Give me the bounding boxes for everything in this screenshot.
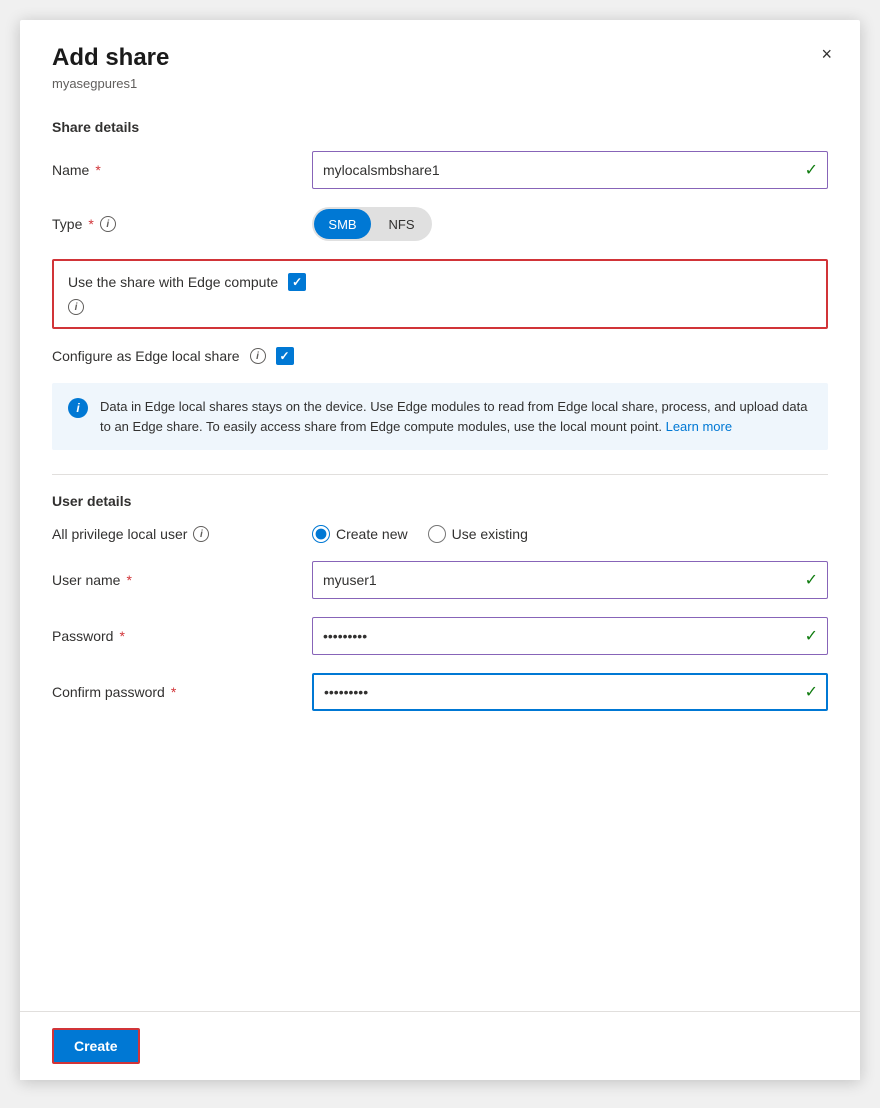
edge-compute-checkbox[interactable] [288,273,306,291]
type-info-icon[interactable]: i [100,216,116,232]
create-new-radio[interactable] [312,525,330,543]
edge-local-checkbox[interactable] [276,347,294,365]
edge-compute-info-icon[interactable]: i [68,299,84,315]
privilege-radio-group: Create new Use existing [312,525,828,543]
name-row: Name * ✓ [52,151,828,189]
dialog-subtitle: myasegpures1 [52,76,828,91]
password-row: Password * ✓ [52,617,828,655]
nfs-toggle-button[interactable]: NFS [373,209,430,239]
smb-toggle-button[interactable]: SMB [314,209,371,239]
type-required: * [88,216,93,232]
dialog-footer: Create [20,1011,860,1080]
confirm-password-input-wrap: ✓ [312,673,828,711]
share-details-section-title: Share details [52,119,828,135]
info-box-icon: i [68,398,88,418]
privilege-user-row: All privilege local user i Create new Us… [52,525,828,543]
password-input[interactable] [312,617,828,655]
close-icon: × [821,44,832,64]
edge-local-info-box: i Data in Edge local shares stays on the… [52,383,828,450]
name-input[interactable] [312,151,828,189]
confirm-password-required: * [171,684,176,700]
username-required: * [126,572,131,588]
use-existing-label: Use existing [452,526,528,542]
create-new-radio-label[interactable]: Create new [312,525,408,543]
dialog-title: Add share [52,44,828,72]
privilege-info-icon[interactable]: i [193,526,209,542]
confirm-password-check-icon: ✓ [805,682,818,702]
info-box-text: Data in Edge local shares stays on the d… [100,397,812,436]
create-button[interactable]: Create [52,1028,140,1064]
edge-local-label: Configure as Edge local share [52,348,240,364]
username-label: User name * [52,572,312,588]
learn-more-link[interactable]: Learn more [666,419,732,434]
use-existing-radio[interactable] [428,525,446,543]
edge-local-info-icon[interactable]: i [250,348,266,364]
type-row: Type * i SMB NFS [52,207,828,241]
privilege-label: All privilege local user i [52,526,312,542]
username-input-wrap: ✓ [312,561,828,599]
section-divider [52,474,828,475]
close-button[interactable]: × [813,40,840,69]
edge-local-row: Configure as Edge local share i [52,347,828,365]
confirm-password-input-container: ✓ [312,673,828,711]
confirm-password-input[interactable] [312,673,828,711]
password-check-icon: ✓ [805,626,818,646]
use-existing-radio-label[interactable]: Use existing [428,525,528,543]
edge-compute-row: Use the share with Edge compute [68,273,812,291]
type-toggle-wrap: SMB NFS [312,207,828,241]
user-details-section-title: User details [52,493,828,509]
username-check-icon: ✓ [805,570,818,590]
password-input-wrap: ✓ [312,617,828,655]
name-check-icon: ✓ [805,160,818,180]
privilege-radio-wrap: Create new Use existing [312,525,828,543]
username-row: User name * ✓ [52,561,828,599]
name-required: * [95,162,100,178]
confirm-password-label: Confirm password * [52,684,312,700]
name-input-wrap: ✓ [312,151,828,189]
username-input-container: ✓ [312,561,828,599]
add-share-dialog: Add share myasegpures1 × Share details N… [20,20,860,1080]
name-input-container: ✓ [312,151,828,189]
create-new-label: Create new [336,526,408,542]
password-label: Password * [52,628,312,644]
password-input-container: ✓ [312,617,828,655]
type-toggle: SMB NFS [312,207,432,241]
edge-compute-label: Use the share with Edge compute [68,274,278,290]
username-input[interactable] [312,561,828,599]
password-required: * [119,628,124,644]
edge-compute-box: Use the share with Edge compute i [52,259,828,329]
type-label: Type * i [52,216,312,232]
name-label: Name * [52,162,312,178]
confirm-password-row: Confirm password * ✓ [52,673,828,711]
